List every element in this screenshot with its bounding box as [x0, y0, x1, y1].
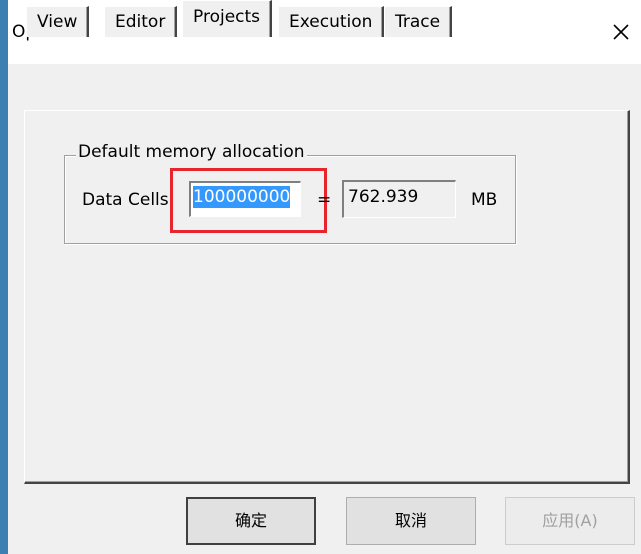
- window-edge-accent: [0, 0, 8, 554]
- tab-view[interactable]: View: [26, 6, 90, 37]
- tab-projects[interactable]: Projects: [182, 0, 273, 37]
- apply-button[interactable]: 应用(A): [505, 497, 635, 545]
- tab-editor[interactable]: Editor: [104, 6, 178, 37]
- options-dialog: Options View Editor Projects Execution T…: [0, 0, 641, 554]
- data-cells-value: 100000000: [193, 186, 291, 208]
- group-legend: Default memory allocation: [76, 142, 307, 162]
- close-button[interactable]: [607, 18, 635, 46]
- unit-label: MB: [471, 190, 498, 210]
- ok-button[interactable]: 确定: [186, 497, 316, 545]
- mb-readout-field: 762.939: [342, 180, 456, 218]
- tab-trace[interactable]: Trace: [384, 6, 453, 37]
- data-cells-input[interactable]: 100000000: [189, 181, 301, 217]
- equals-sign: =: [317, 190, 332, 210]
- data-cells-label: Data Cells:: [82, 190, 175, 210]
- tab-execution[interactable]: Execution: [278, 6, 385, 37]
- close-icon: [613, 24, 629, 40]
- cancel-button[interactable]: 取消: [346, 497, 476, 545]
